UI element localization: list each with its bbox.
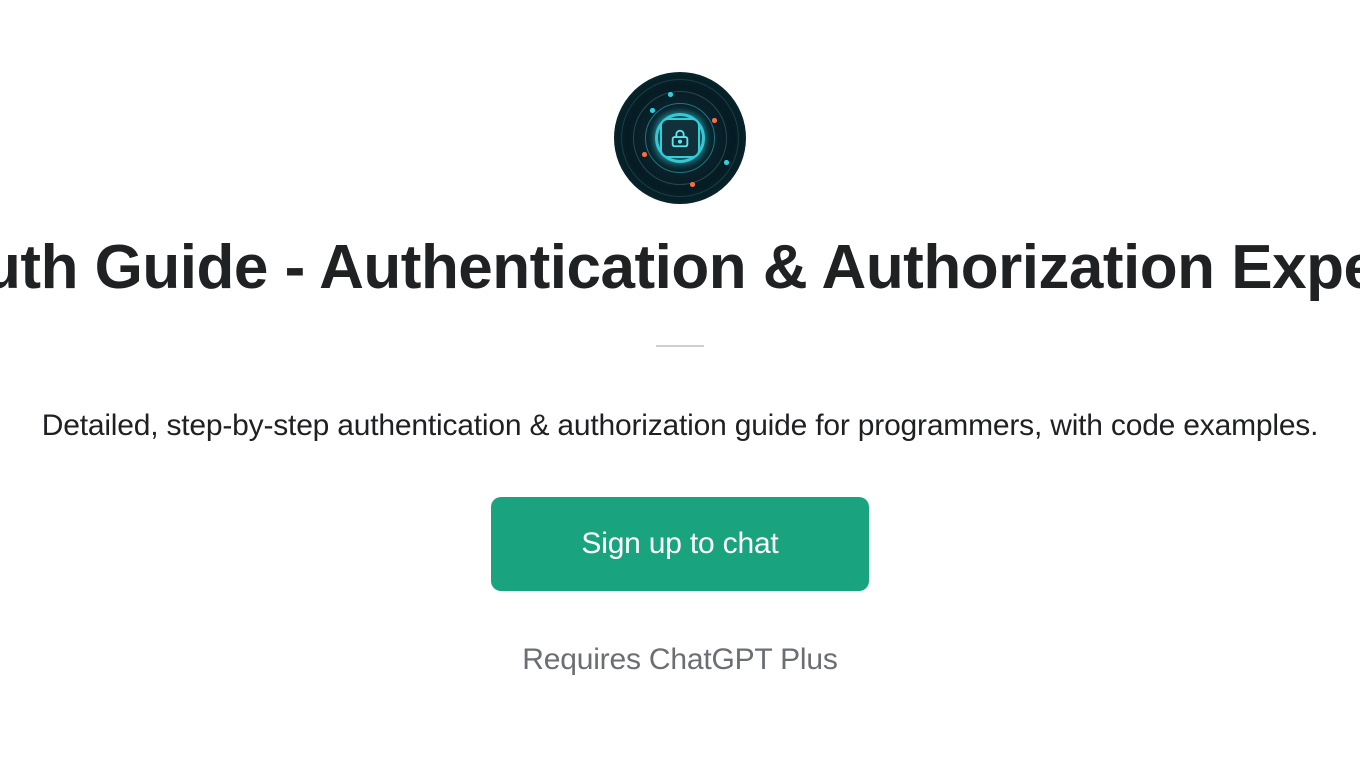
requires-note: Requires ChatGPT Plus [522, 643, 837, 677]
gpt-description: Detailed, step-by-step authentication & … [42, 409, 1318, 443]
lock-icon [660, 118, 700, 158]
title-divider [656, 345, 704, 347]
page-title: Auth Guide - Authentication & Authorizat… [0, 232, 1360, 303]
gpt-avatar [614, 72, 746, 204]
signup-button[interactable]: Sign up to chat [491, 497, 868, 591]
